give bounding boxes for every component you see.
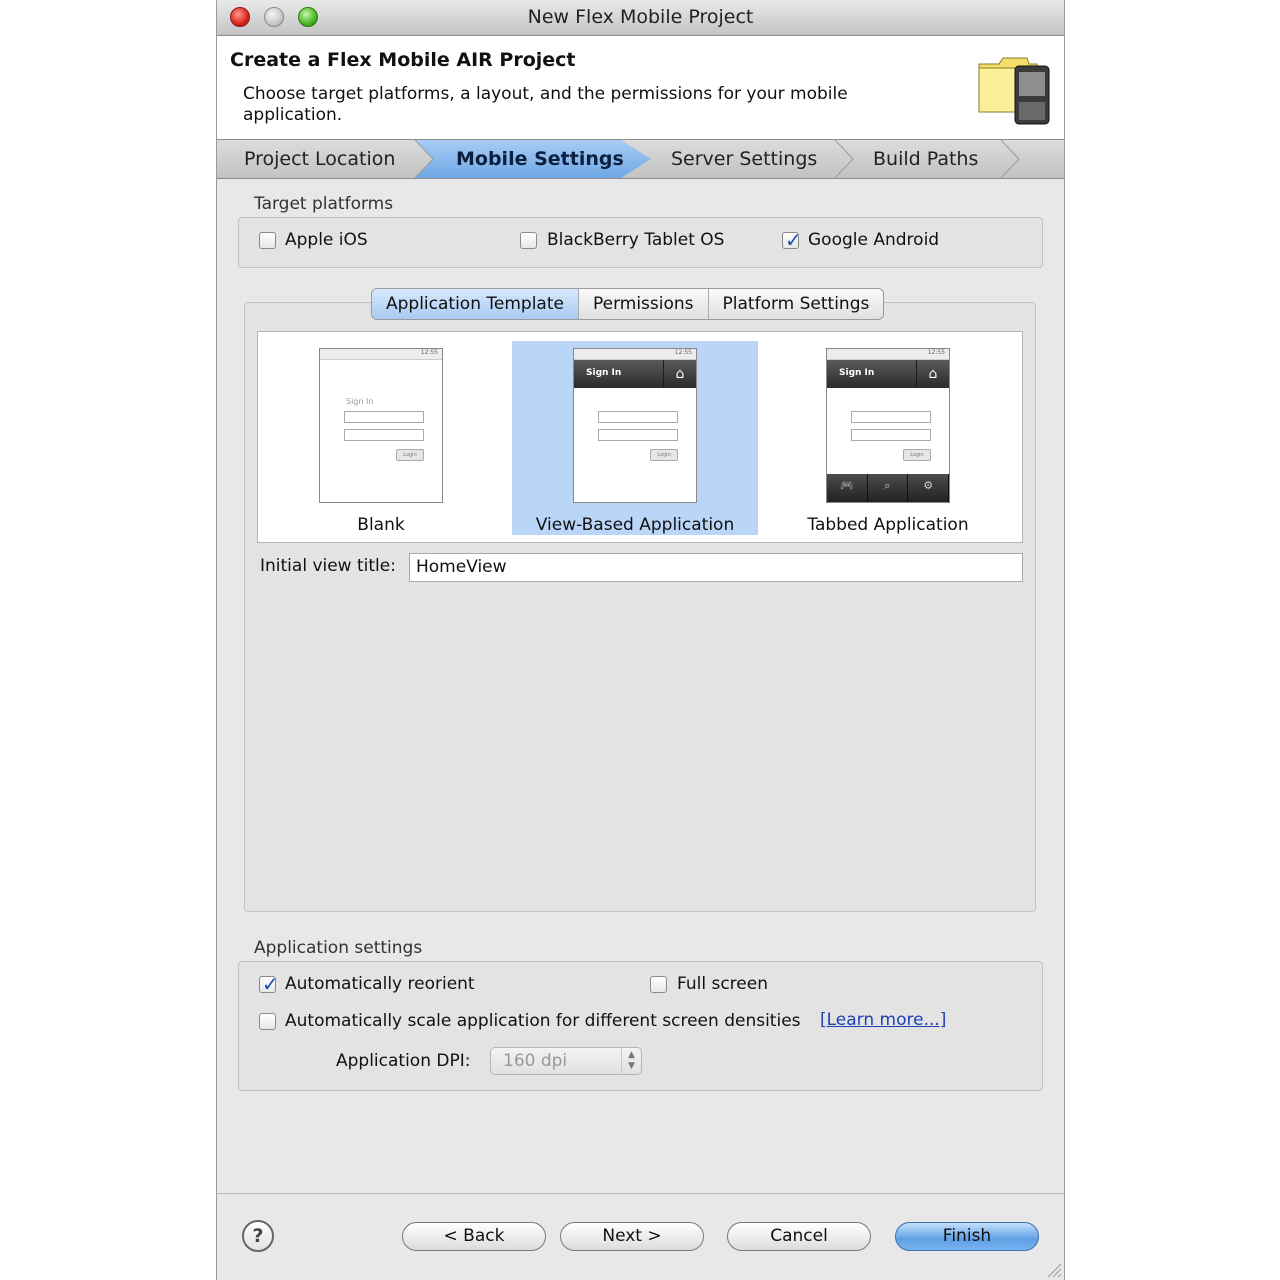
gear-icon: ⚙ [908,474,950,502]
template-blank-preview[interactable]: 12:55 Sign In Login [319,348,443,503]
preview-login-button: Login [396,449,424,461]
application-dpi-select[interactable]: 160 dpi ▲ ▼ [490,1047,642,1075]
wizard-header: Create a Flex Mobile AIR Project Choose … [217,36,1064,139]
google-android-checkbox[interactable]: ✓ [782,228,802,252]
tab-application-template[interactable]: Application Template [372,289,579,319]
preview-input [851,429,931,441]
apple-ios-label: Apple iOS [285,230,368,250]
home-icon: ⌂ [663,360,696,388]
full-screen-checkbox[interactable] [650,976,667,993]
target-platforms-label: Target platforms [254,194,394,214]
google-android-label: Google Android [808,230,940,250]
blackberry-checkbox[interactable] [520,232,537,249]
checkmark-icon: ✓ [785,228,802,252]
cancel-button[interactable]: Cancel [727,1222,871,1251]
tab-platform-settings[interactable]: Platform Settings [709,289,884,319]
preview-action-bar: Sign In ⌂ [827,360,949,388]
step-separator-icon [1000,140,1020,178]
template-view-based-preview[interactable]: 12:55 Sign In ⌂ Login [573,348,697,503]
tab-permissions[interactable]: Permissions [579,289,709,319]
auto-reorient-label: Automatically reorient [285,974,475,994]
target-platforms-group: Apple iOS BlackBerry Tablet OS ✓ Google … [238,217,1043,268]
status-bar: 12:55 [574,349,696,360]
status-bar: 12:55 [827,349,949,360]
home-icon: ⌂ [916,360,949,388]
settings-tabs: Application Template Permissions Platfor… [371,288,885,320]
dpi-value: 160 dpi [503,1051,568,1071]
checkmark-icon: ✓ [262,972,279,996]
preview-signin-text: Sign In [346,397,374,406]
full-screen-label: Full screen [677,974,768,994]
mobile-project-folder-icon [978,57,1050,125]
template-list: 12:55 Sign In Login Blank 12:55 Sign In … [257,331,1023,543]
status-bar: 12:55 [320,349,442,360]
page-title: Create a Flex Mobile AIR Project [230,49,576,71]
preview-input [344,429,424,441]
step-mobile-settings[interactable]: Mobile Settings [456,148,624,170]
preview-input [598,429,678,441]
step-project-location[interactable]: Project Location [244,148,395,170]
step-separator-icon [414,140,434,178]
page-description: Choose target platforms, a layout, and t… [243,84,848,125]
back-button[interactable]: < Back [402,1222,546,1251]
preview-input [344,411,424,423]
title-bar: New Flex Mobile Project [217,0,1064,36]
stepper-arrows-icon: ▲ ▼ [621,1048,641,1074]
preview-title: Sign In [839,368,875,378]
initial-view-title-label: Initial view title: [260,556,396,576]
preview-tab-bar: 🎮 ⌕ ⚙ [827,474,950,502]
learn-more-text[interactable]: [Learn more...] [820,1010,946,1030]
preview-action-bar: Sign In ⌂ [574,360,696,388]
auto-scale-label: Automatically scale application for diff… [285,1011,801,1031]
new-project-dialog: New Flex Mobile Project Create a Flex Mo… [217,0,1064,1280]
preview-login-button: Login [650,449,678,461]
learn-more-link[interactable]: [Learn more...] [820,1010,946,1030]
preview-input [598,411,678,423]
wizard-steps: Project Location Mobile Settings Server … [217,139,1064,179]
template-blank-label[interactable]: Blank [319,515,443,535]
preview-input [851,411,931,423]
resize-grip-icon[interactable] [1046,1262,1062,1278]
finish-button[interactable]: Finish [895,1222,1039,1251]
step-separator-icon [834,140,854,178]
auto-reorient-checkbox[interactable]: ✓ [259,972,279,996]
footer-divider [217,1193,1064,1194]
template-view-based-label[interactable]: View-Based Application [514,515,756,535]
next-button[interactable]: Next > [560,1222,704,1251]
window-title: New Flex Mobile Project [527,6,754,28]
template-tabbed-label[interactable]: Tabbed Application [778,515,998,535]
template-tabbed-preview[interactable]: 12:55 Sign In ⌂ Login 🎮 ⌕ ⚙ [826,348,950,503]
auto-scale-checkbox[interactable] [259,1013,276,1030]
preview-title: Sign In [586,368,622,378]
help-button[interactable]: ? [242,1220,274,1252]
preview-login-button: Login [903,449,931,461]
gamepad-icon: 🎮 [827,474,868,502]
initial-view-title-input[interactable]: HomeView [409,553,1023,582]
blackberry-label: BlackBerry Tablet OS [547,230,725,250]
step-server-settings[interactable]: Server Settings [671,148,817,170]
application-dpi-label: Application DPI: [336,1051,471,1071]
step-build-paths[interactable]: Build Paths [873,148,978,170]
application-settings-label: Application settings [254,938,423,958]
search-icon: ⌕ [868,474,909,502]
apple-ios-checkbox[interactable] [259,232,276,249]
